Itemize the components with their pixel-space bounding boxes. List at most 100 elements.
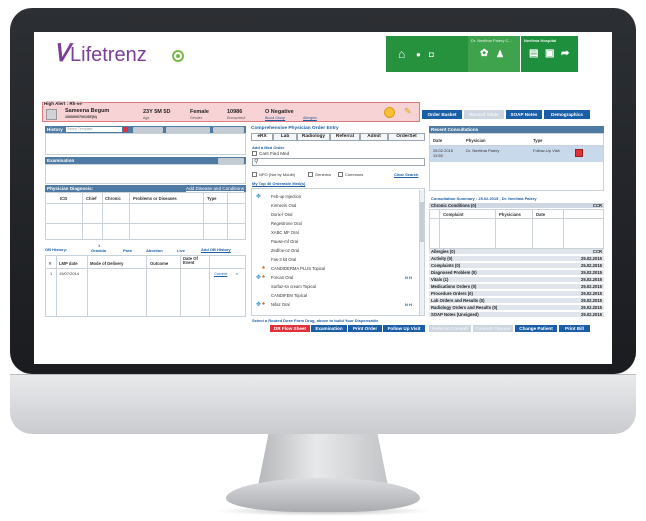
dr-flow-sheet-button[interactable]: DR Flow Sheet bbox=[270, 325, 310, 332]
med-item-0[interactable]: Feb-up Injection bbox=[271, 194, 301, 199]
consult-closure-button[interactable]: Consult Closure bbox=[473, 325, 513, 332]
summary-row-label: Diagnosed Problem (0) bbox=[431, 270, 477, 275]
tab-referral[interactable]: Referral bbox=[330, 133, 360, 141]
order-basket-button[interactable]: Order Basket bbox=[422, 110, 462, 119]
generics-checkbox[interactable] bbox=[308, 172, 313, 177]
med-item-2[interactable]: Dorix-f Oral bbox=[271, 212, 292, 217]
examination-button[interactable] bbox=[218, 157, 244, 164]
follow-up-visit-button[interactable]: Follow Up Visit bbox=[383, 325, 425, 332]
smiley-icon[interactable] bbox=[384, 107, 395, 118]
lock-small-icon[interactable]: ▣ bbox=[545, 48, 554, 59]
add-disease-link[interactable]: Add Disease and Conditions bbox=[186, 185, 244, 192]
summary-row-date: 25.02.2015 bbox=[581, 291, 602, 296]
tab-erx[interactable]: eRX bbox=[251, 133, 273, 141]
template-select[interactable]: Select Template bbox=[66, 127, 122, 132]
med-search-input[interactable]: ⚲ bbox=[252, 158, 425, 166]
referral-consult-button[interactable]: Referral Consult bbox=[429, 325, 471, 332]
summary-row-date: 25.02.2015 bbox=[581, 298, 602, 303]
tab-lab[interactable]: Lab bbox=[273, 133, 297, 141]
top-meds-title[interactable]: My Top 40 Orderable Med(s) bbox=[252, 181, 305, 186]
med-row-info-icon-0[interactable]: ✥ bbox=[256, 193, 261, 200]
tab-radiology[interactable]: Radiology bbox=[297, 133, 330, 141]
med-item-5[interactable]: Pause-mf Oral bbox=[271, 239, 298, 244]
clipboard-icon[interactable]: ▤ bbox=[529, 48, 538, 59]
summary-row-label: Vitals (1) bbox=[431, 277, 449, 282]
history-action-button-3[interactable] bbox=[213, 126, 244, 133]
tab-orderset[interactable]: OrderSet bbox=[388, 133, 425, 141]
ob-col-divider-2 bbox=[87, 256, 88, 316]
summary-row-medications[interactable]: Medications Orders (0) 25.02.2015 bbox=[429, 284, 604, 290]
summary-row-allergies[interactable]: Allergies (0) CCR bbox=[429, 249, 604, 255]
summary-row-procedures[interactable]: Procedure Orders (0) 25.02.2015 bbox=[429, 291, 604, 297]
ob-row-current-link[interactable]: Current bbox=[214, 271, 227, 276]
ob-col-divider-1 bbox=[56, 256, 57, 316]
med-item-6[interactable]: Zedfoe-oz Oral bbox=[271, 248, 299, 253]
order-entry-title: Comprehensive Physician Order Entry bbox=[251, 126, 339, 131]
scroll-thumb[interactable] bbox=[420, 202, 424, 242]
summary-row-vitals[interactable]: Vitals (1) 25.02.2015 bbox=[429, 277, 604, 283]
print-order-button[interactable]: Print Order bbox=[348, 325, 382, 332]
allergies-link[interactable]: Allergies bbox=[303, 116, 317, 120]
print-bill-button[interactable]: Print Bill bbox=[559, 325, 590, 332]
settings-icon[interactable]: ✿ bbox=[480, 48, 488, 59]
generics-label: Generics bbox=[315, 172, 332, 177]
med-item-9[interactable]: Forcan Oral bbox=[271, 275, 293, 280]
summary-row-label: Allergies (0) bbox=[431, 249, 455, 254]
med-item-10[interactable]: Surfaz-sn cream Topical bbox=[271, 284, 316, 289]
record-vitals-button[interactable]: Record Vitals bbox=[464, 110, 504, 119]
diagnosis-row-line bbox=[46, 223, 245, 224]
logo-text: Lifetrenz bbox=[70, 44, 147, 66]
logout-icon[interactable]: ➦ bbox=[561, 48, 569, 59]
med-item-1[interactable]: Kirmezin Oral bbox=[271, 203, 296, 208]
npo-checkbox[interactable] bbox=[252, 172, 257, 177]
blood-group-link[interactable]: Blood Group bbox=[265, 116, 285, 120]
add-ob-history-link[interactable]: Add OB History bbox=[201, 247, 231, 252]
info-icon[interactable]: ● bbox=[416, 50, 421, 59]
commons-checkbox[interactable] bbox=[338, 172, 343, 177]
med-item-4[interactable]: XABC MF Oral bbox=[271, 230, 299, 235]
soap-notes-button[interactable]: SOAP Notes bbox=[506, 110, 542, 119]
med-row-info-icon-9[interactable]: ✥ bbox=[256, 274, 261, 281]
gender-label: Gender bbox=[190, 116, 202, 120]
age-value: 23Y 5M 5D bbox=[143, 109, 171, 115]
med-item-3[interactable]: Regestrone Oral bbox=[271, 221, 302, 226]
ob-row-delete[interactable]: x bbox=[236, 271, 238, 276]
lock-icon[interactable]: ◘ bbox=[429, 50, 434, 59]
med-item-12[interactable]: Nifaz Oral bbox=[271, 302, 290, 307]
summary-row-radiology[interactable]: Radiology Orders and Results (0) 25.02.20… bbox=[429, 305, 604, 311]
edit-pencil-icon[interactable]: ✎ bbox=[404, 106, 412, 117]
summary-row-diagnosed-problem[interactable]: Diagnosed Problem (0) 25.02.2015 bbox=[429, 270, 604, 276]
template-clear-icon[interactable] bbox=[123, 127, 128, 132]
home-icon[interactable]: ⌂ bbox=[398, 47, 405, 61]
med-list-scrollbar[interactable] bbox=[419, 190, 424, 315]
med-item-8[interactable]: CANDIDERMA PLUS Topical bbox=[271, 266, 325, 271]
ob-row-lmp: 19/07/2014 bbox=[59, 271, 80, 276]
diagnosis-table: ICD Chief Chronic Problems or Diseases T… bbox=[45, 192, 246, 240]
history-content bbox=[45, 133, 246, 155]
examination-bottom-button[interactable]: Examination bbox=[311, 325, 347, 332]
complaint-col-date: Date bbox=[536, 212, 546, 217]
rc-col-date: Date bbox=[433, 138, 443, 143]
rc-row-pdf-icon[interactable] bbox=[575, 149, 583, 157]
gravida-label: Gravida bbox=[91, 248, 106, 253]
summary-row-label: Medications Orders (0) bbox=[431, 284, 477, 289]
cant-find-label: Cant Find Med bbox=[259, 151, 290, 156]
med-row-info-icon-12[interactable]: ✥ bbox=[256, 301, 261, 308]
header-hospital[interactable]: Neelima Hospital ▤ ▣ ➦ bbox=[521, 36, 578, 72]
summary-row-complaints[interactable]: Complaints (0) 25.02.2015 bbox=[429, 263, 604, 269]
dispensable-note: Select a Routed Dose Form Drug, above to… bbox=[252, 318, 379, 323]
users-icon[interactable]: ♟ bbox=[496, 49, 504, 60]
change-patient-button[interactable]: Change Patient bbox=[515, 325, 557, 332]
summary-row-activity[interactable]: Activity (0) 25.02.2015 bbox=[429, 256, 604, 262]
history-action-button-1[interactable] bbox=[133, 126, 163, 133]
tab-admit[interactable]: Admit bbox=[360, 133, 388, 141]
summary-row-soap-notes[interactable]: SOAP Notes (Unsigned) 25.02.2015 bbox=[429, 312, 604, 318]
cant-find-checkbox[interactable] bbox=[252, 151, 257, 156]
clear-search-link[interactable]: Clear Search bbox=[394, 172, 418, 177]
med-item-11[interactable]: CANDIFEM Topical bbox=[271, 293, 307, 298]
med-item-7[interactable]: Fas-3 kit Oral bbox=[271, 257, 296, 262]
header-user[interactable]: Dr. Neelima Palery C... ✿ ♟ bbox=[468, 36, 520, 72]
summary-row-lab-orders[interactable]: Lab Orders and Results (0) 25.02.2015 bbox=[429, 298, 604, 304]
history-action-button-2[interactable] bbox=[166, 126, 210, 133]
demographics-button[interactable]: Demographics bbox=[544, 110, 590, 119]
